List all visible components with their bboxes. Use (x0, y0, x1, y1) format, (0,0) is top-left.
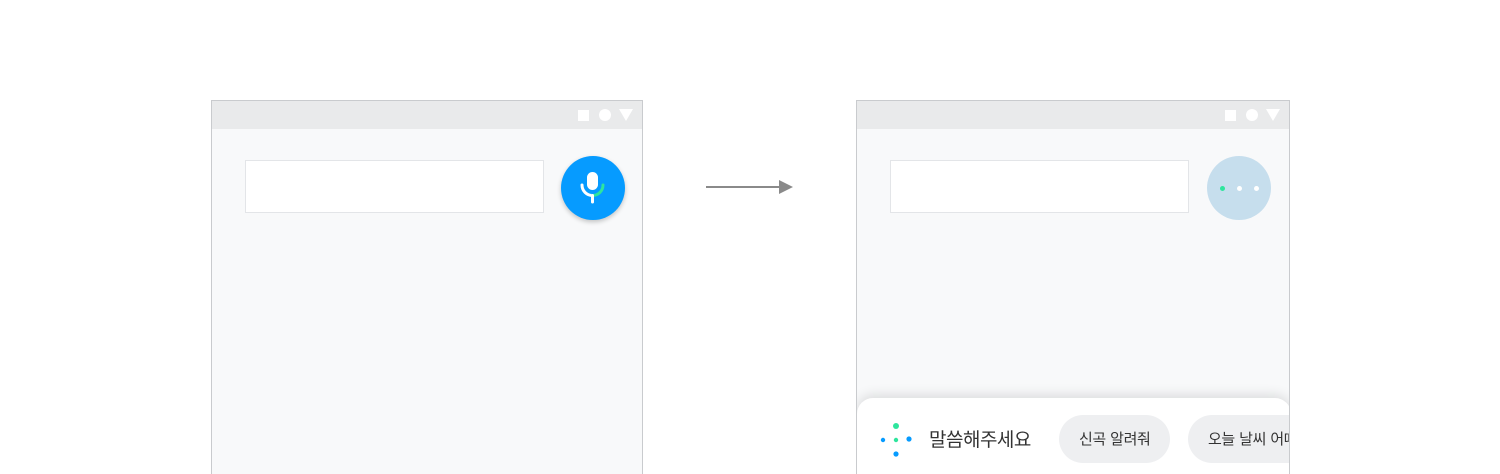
listening-dot (1219, 185, 1225, 191)
phone-screen-before (211, 100, 643, 474)
phone-screen-after: 말씀해주세요 신곡 알려줘 오늘 날씨 어때 (856, 100, 1290, 474)
listening-dot (1253, 185, 1259, 191)
status-bar (857, 101, 1289, 129)
arrow-right-icon (706, 180, 793, 194)
suggestion-chip[interactable]: 오늘 날씨 어때 (1188, 415, 1289, 463)
status-square-icon (578, 109, 589, 121)
status-bar (212, 101, 642, 129)
status-triangle-icon (619, 109, 633, 121)
voice-dots-icon (880, 423, 912, 457)
status-triangle-icon (1266, 109, 1280, 121)
listening-dot (1236, 185, 1242, 191)
suggestion-chip[interactable]: 신곡 알려줘 (1059, 415, 1171, 463)
status-circle-icon (599, 109, 611, 121)
voice-search-button[interactable] (561, 156, 625, 220)
voice-search-button-listening[interactable] (1207, 156, 1271, 220)
status-circle-icon (1246, 109, 1258, 121)
search-input[interactable] (890, 160, 1189, 213)
voice-input-panel: 말씀해주세요 신곡 알려줘 오늘 날씨 어때 (857, 398, 1289, 474)
voice-prompt-text: 말씀해주세요 (929, 429, 1031, 451)
mic-icon (580, 172, 605, 204)
status-square-icon (1225, 109, 1236, 121)
search-input[interactable] (245, 160, 544, 213)
